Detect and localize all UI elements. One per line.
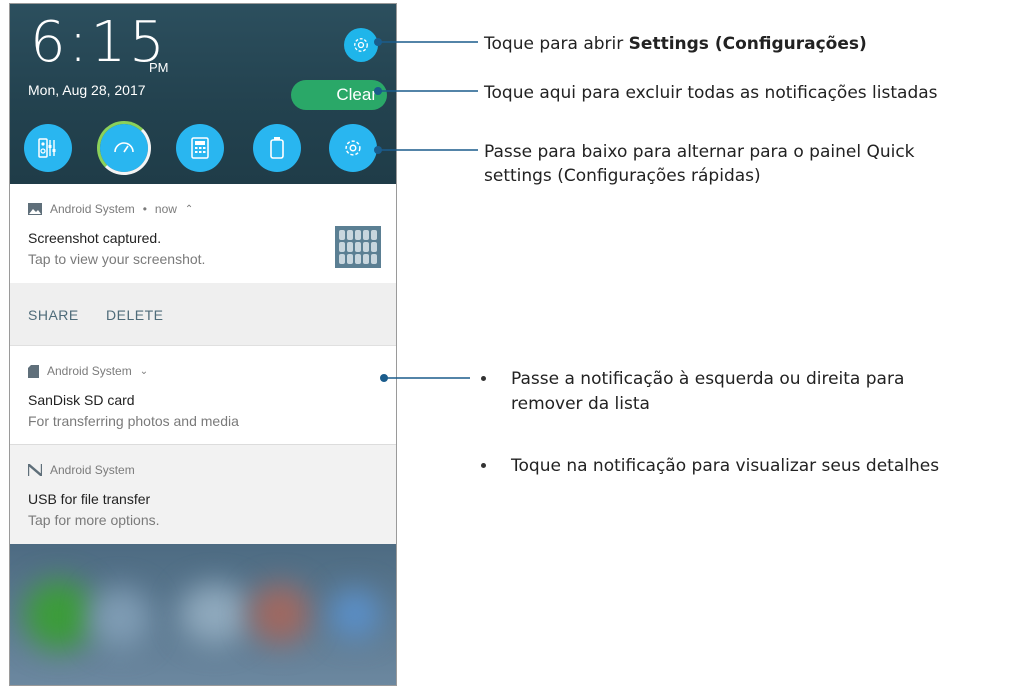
notification-title: SanDisk SD card [28,392,135,408]
image-icon [28,203,42,215]
notification-app-name: Android System [47,364,132,378]
notification-screenshot[interactable]: Android System • now ⌃ Screenshot captur… [10,184,396,283]
annotation-settings: Toque para abrir Settings (Configurações… [484,34,867,54]
notification-body: For transferring photos and media [28,413,239,429]
bullet [481,463,486,468]
sd-card-icon [28,364,39,378]
home-wallpaper [10,544,396,685]
notification-app-name: Android System [50,463,135,477]
android-n-icon [28,464,42,476]
notification-title: USB for file transfer [28,491,151,507]
notification-body: Tap to view your screenshot. [28,251,206,267]
chevron-down-icon[interactable]: ⌄ [140,366,148,377]
annotation-swipe-line2: remover da lista [511,394,650,414]
separator-dot: • [142,202,147,216]
notification-app-name: Android System [50,202,135,216]
annotation-tap: Toque na notificação para visualizar seu… [511,456,940,476]
notification-time: now [154,202,177,216]
notification-usb[interactable]: Android System USB for file transfer Tap… [10,444,396,544]
notification-header: Android System • now ⌃ [28,202,193,216]
notification-title: Screenshot captured. [28,230,162,246]
date: Mon, Aug 28, 2017 [28,82,146,98]
notification-header: Android System ⌄ [28,364,148,378]
quick-setting-calculator[interactable] [176,124,224,172]
clock-ampm: PM [149,60,169,75]
quick-setting-boost[interactable] [97,121,151,175]
annotation-clear: Toque aqui para excluir todas as notific… [484,83,938,103]
clear-all-button[interactable]: Clear [291,80,387,110]
quick-setting-battery[interactable] [253,124,301,172]
calculator-icon [191,137,209,159]
battery-icon [270,137,284,159]
audio-wizard-icon [38,138,56,158]
delete-button[interactable]: DELETE [106,307,163,323]
settings-button[interactable] [344,28,378,62]
notification-shade-header: 6:15 PM Mon, Aug 28, 2017 Clear [10,4,396,184]
notification-sd-card[interactable]: Android System ⌄ SanDisk SD card For tra… [10,345,396,444]
annotation-quick-settings-line1: Passe para baixo para alternar para o pa… [484,142,915,162]
gear-icon [345,140,361,156]
notification-body: Tap for more options. [28,512,160,528]
screenshot-thumbnail[interactable] [335,226,381,268]
notification-actions: SHARE DELETE [10,283,396,345]
gear-icon [354,38,368,52]
quick-setting-settings[interactable] [329,124,377,172]
annotation-quick-settings-line2: settings (Configurações rápidas) [484,166,761,186]
notification-header: Android System [28,463,135,477]
annotation-swipe-line1: Passe a notificação à esquerda ou direit… [511,369,905,389]
share-button[interactable]: SHARE [28,307,79,323]
quick-setting-audio-wizard[interactable] [24,124,72,172]
clock: 6:15 [30,10,168,75]
phone-screen: 6:15 PM Mon, Aug 28, 2017 Clear Android … [9,3,397,686]
chevron-up-icon[interactable]: ⌃ [185,204,193,215]
boost-ring [97,121,151,175]
bullet [481,376,486,381]
